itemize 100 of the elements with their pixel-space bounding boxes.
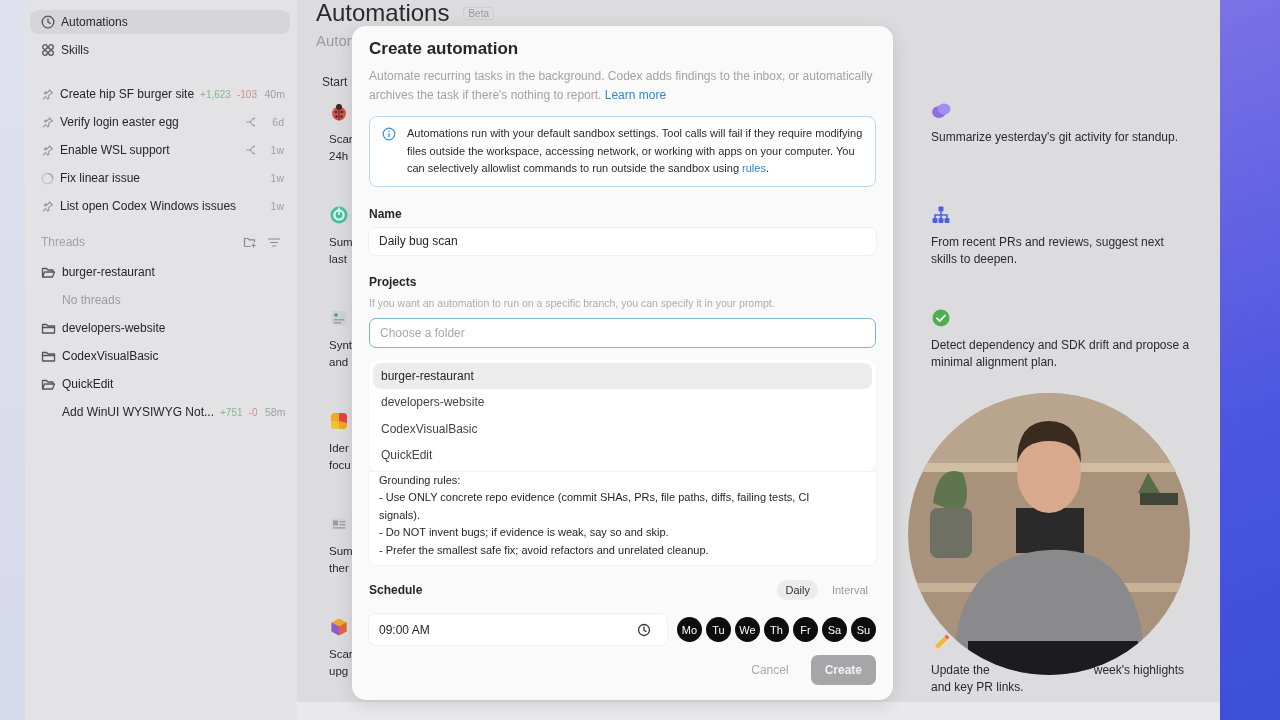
page-subtitle: Autor bbox=[316, 31, 352, 51]
template-text: and key PR links. bbox=[931, 679, 1025, 696]
thread-title: List open Codex Windows issues bbox=[60, 199, 238, 213]
thread-time: 58m bbox=[264, 406, 286, 418]
tiles-icon bbox=[329, 411, 349, 431]
chat-bubbles-icon bbox=[931, 102, 951, 120]
grid-icon bbox=[41, 43, 55, 57]
day-toggle[interactable]: Th bbox=[764, 617, 789, 642]
thread-time: 1w bbox=[269, 144, 284, 156]
sidebar-item[interactable]: Automations bbox=[30, 10, 290, 34]
field-label: Schedule bbox=[369, 582, 423, 598]
template-text: ther bbox=[329, 561, 349, 576]
project-name: CodexVisualBasic bbox=[62, 349, 160, 363]
pencil-icon bbox=[931, 633, 951, 653]
spinner-icon bbox=[41, 171, 54, 185]
template-text: Sum bbox=[329, 235, 353, 250]
radar-icon bbox=[329, 205, 349, 225]
project-item[interactable]: QuickEdit bbox=[30, 372, 290, 396]
template-text: Detect dependency and SDK drift and propose a minimal alignment plan. bbox=[931, 337, 1191, 371]
additions-count: +751 bbox=[220, 406, 243, 418]
project-item[interactable]: burger-restaurant bbox=[30, 260, 290, 284]
folder-option[interactable]: QuickEdit bbox=[373, 442, 872, 469]
thread-time: 6d bbox=[271, 116, 284, 128]
empty-note: No threads bbox=[61, 292, 122, 309]
time-value: 09:00 AM bbox=[379, 622, 430, 637]
thread-item[interactable]: Add WinUI WYSIWYG Not... +751 -0 58m bbox=[30, 400, 290, 424]
day-toggle[interactable]: Tu bbox=[706, 617, 731, 642]
template-text: Ider bbox=[329, 441, 349, 456]
template-text: week's highlights bbox=[1093, 662, 1185, 679]
template-text: Summarize yesterday's git activity for standup. bbox=[931, 129, 1180, 146]
template-text: and bbox=[329, 355, 349, 370]
thread-time: 1w bbox=[269, 200, 284, 212]
sidebar-item[interactable]: Skills bbox=[30, 38, 290, 62]
field-hint: If you want an automation to run on a specific branch, you can specify it in your prompt. bbox=[369, 295, 776, 310]
time-field[interactable]: 09:00 AM bbox=[369, 614, 667, 645]
section-heading: Threads bbox=[41, 235, 87, 249]
template-text: Scar bbox=[329, 132, 353, 147]
day-toggle[interactable]: Fr bbox=[793, 617, 818, 642]
schedule-tab[interactable]: Daily bbox=[777, 580, 818, 600]
thread-title: Fix linear issue bbox=[60, 171, 142, 185]
thread-title: Create hip SF burger site bbox=[60, 87, 195, 101]
template-text: Scar bbox=[329, 647, 353, 662]
info-text: Automations run with your default sandbox settings. Tool calls will fail if they require modifying files outside the workspace, accessing network, or working with apps on your computer. You can selectively allowlist commands to run outside the sandbox using rules. bbox=[407, 126, 864, 176]
name-field[interactable]: Daily bug scan bbox=[369, 227, 876, 255]
thread-time: 1w bbox=[269, 172, 284, 184]
info-icon bbox=[382, 127, 396, 141]
new-folder-icon[interactable] bbox=[243, 235, 257, 249]
document-icon bbox=[329, 308, 349, 328]
pin-icon bbox=[41, 143, 54, 157]
clock-icon bbox=[41, 15, 55, 29]
dialog-title: Create automation bbox=[369, 38, 520, 60]
page-title: Automations bbox=[316, 0, 450, 26]
day-toggle[interactable]: Sa bbox=[822, 617, 847, 642]
template-text: focu bbox=[329, 458, 351, 473]
pin-icon bbox=[41, 115, 54, 129]
beta-badge: Beta bbox=[463, 6, 494, 20]
template-text: From recent PRs and reviews, suggest next skills to deepen. bbox=[931, 234, 1165, 268]
hierarchy-icon bbox=[931, 205, 951, 225]
cube-icon bbox=[329, 617, 349, 637]
project-item[interactable]: developers-website bbox=[30, 316, 290, 340]
template-text: Sum bbox=[329, 544, 353, 559]
rules-link[interactable]: rules bbox=[742, 162, 766, 174]
deletions-count: -0 bbox=[248, 406, 258, 418]
project-name: burger-restaurant bbox=[62, 265, 156, 279]
branch-icon bbox=[244, 116, 256, 128]
day-toggle[interactable]: We bbox=[735, 617, 760, 642]
folder-option[interactable]: CodexVisualBasic bbox=[373, 415, 872, 442]
thread-item[interactable]: Verify login easter egg 6d bbox=[30, 110, 290, 134]
day-toggle[interactable]: Su bbox=[851, 617, 876, 642]
project-name: developers-website bbox=[62, 321, 167, 335]
template-text: 24h bbox=[329, 149, 349, 164]
template-text: last bbox=[329, 252, 347, 267]
filter-icon[interactable] bbox=[267, 235, 281, 249]
field-label: Projects bbox=[369, 273, 418, 290]
template-text: Synt bbox=[329, 338, 352, 353]
thread-item[interactable]: Create hip SF burger site +1,623 -103 40m bbox=[30, 82, 290, 106]
folder-option[interactable]: developers-website bbox=[373, 389, 872, 416]
thread-item[interactable]: Fix linear issue 1w bbox=[30, 166, 290, 190]
folder-field[interactable]: Choose a folder bbox=[369, 317, 876, 348]
learn-more-link[interactable]: Learn more bbox=[604, 88, 667, 102]
clock-icon[interactable] bbox=[637, 622, 651, 637]
project-name: QuickEdit bbox=[62, 377, 115, 391]
thread-item[interactable]: Enable WSL support 1w bbox=[30, 138, 290, 162]
template-text: Update the bbox=[931, 662, 990, 679]
thread-title: Add WinUI WYSIWYG Not... bbox=[62, 405, 215, 419]
project-item[interactable]: CodexVisualBasic bbox=[30, 344, 290, 368]
pin-icon bbox=[41, 199, 54, 213]
dialog-description: Automate recurring tasks in the background. Codex adds findings to the inbox, or automatically archives the task if there's nothing to report. Learn more bbox=[369, 68, 874, 104]
ladybug-icon bbox=[329, 102, 349, 122]
folder-option[interactable]: burger-restaurant bbox=[373, 362, 872, 389]
check-circle-icon bbox=[931, 308, 951, 328]
thread-title: Verify login easter egg bbox=[60, 115, 180, 129]
pin-icon bbox=[41, 87, 54, 101]
thread-item[interactable]: List open Codex Windows issues 1w bbox=[30, 194, 290, 218]
template-text: upg bbox=[329, 664, 349, 679]
day-toggle[interactable]: Mo bbox=[677, 617, 702, 642]
branch-icon bbox=[244, 144, 256, 156]
thread-time: 40m bbox=[263, 88, 285, 100]
prompt-field[interactable]: Grounding rules: - Use ONLY concrete repo evidence (commit SHAs, PRs, file paths, diffs, failing tests, CI signals). - Do NOT invent bugs; if evidence is weak, say so and skip. - Prefer the smallest safe fix; avoid refactors and unrelated cleanup. bbox=[369, 471, 876, 565]
thread-title: Enable WSL support bbox=[60, 143, 171, 157]
